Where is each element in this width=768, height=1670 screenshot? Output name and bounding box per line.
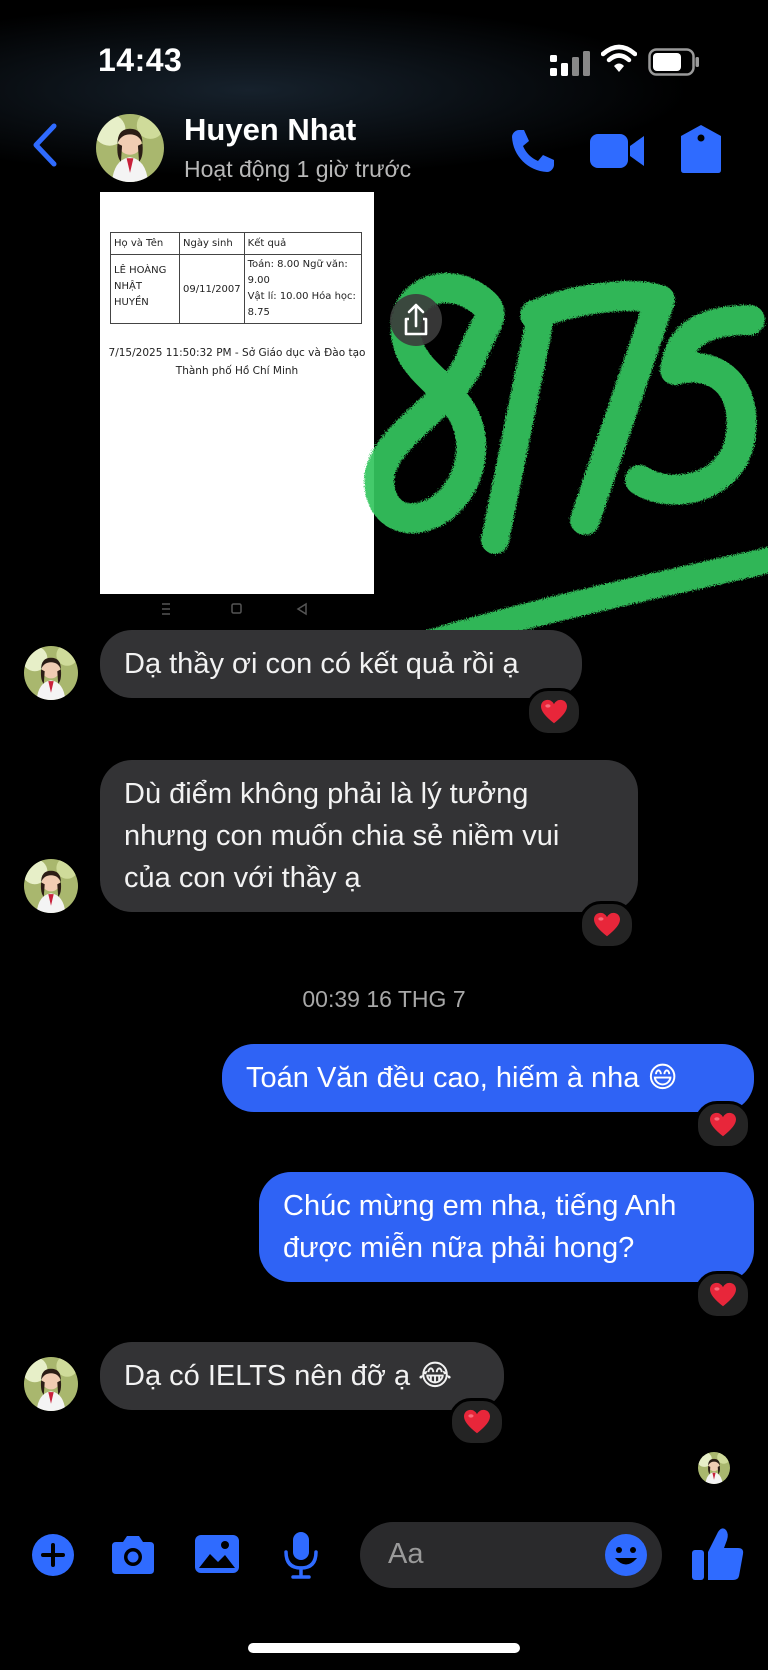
- sender-avatar[interactable]: [24, 646, 78, 700]
- message-text: Chúc mừng em nha, tiếng Anh được miễn nữ…: [283, 1190, 677, 1264]
- result-line2: Vật lí: 10.00 Hóa học:: [247, 291, 356, 302]
- message-text: Dù điểm không phải là lý tưởng nhưng con…: [124, 778, 560, 894]
- plus-icon[interactable]: [28, 1530, 78, 1580]
- message-text: Dạ thầy ơi con có kết quả rồi ạ: [124, 648, 519, 680]
- reaction-badge[interactable]: [449, 1398, 505, 1446]
- heart-reaction-icon: [709, 1282, 737, 1308]
- student-name-line2: NHẬT HUYỀN: [114, 281, 149, 308]
- result-table: Họ và Tên Ngày sinh Kết quả LÊ HOÀNG NHẬ…: [110, 232, 362, 324]
- reaction-badge[interactable]: [579, 901, 635, 949]
- shield-icon[interactable]: [680, 124, 722, 174]
- message-bubble-incoming[interactable]: Dạ có IELTS nên đỡ ạ 😂: [100, 1342, 504, 1410]
- back-chevron-icon[interactable]: [30, 122, 60, 168]
- cellular-signal-icon: [550, 51, 590, 76]
- gallery-icon[interactable]: [192, 1530, 242, 1580]
- contact-status: Hoạt động 1 giờ trước: [184, 156, 412, 182]
- table-cell-dob: 09/11/2007: [179, 254, 245, 324]
- contact-name[interactable]: Huyen Nhat: [184, 112, 356, 148]
- phone-icon[interactable]: [510, 128, 556, 174]
- reaction-badge[interactable]: [695, 1271, 751, 1319]
- reaction-badge[interactable]: [526, 688, 582, 736]
- sender-avatar[interactable]: [24, 1357, 78, 1411]
- emoji-icon[interactable]: [604, 1533, 648, 1577]
- contact-avatar[interactable]: [96, 114, 164, 182]
- result-caption: 7/15/2025 11:50:32 PM - Sở Giáo dục và Đ…: [100, 344, 374, 380]
- message-bubble-outgoing[interactable]: Toán Văn đều cao, hiếm à nha 😄: [222, 1044, 754, 1112]
- heart-reaction-icon: [463, 1409, 491, 1435]
- message-timestamp: 00:39 16 THG 7: [302, 986, 466, 1012]
- message-bubble-incoming[interactable]: Dù điểm không phải là lý tưởng nhưng con…: [100, 760, 638, 912]
- reaction-badge[interactable]: [695, 1101, 751, 1149]
- message-input-placeholder: Aa: [388, 1538, 424, 1570]
- message-text: Toán Văn đều cao, hiếm à nha 😄: [246, 1062, 678, 1094]
- message-bubble-incoming[interactable]: Dạ thầy ơi con có kết quả rồi ạ: [100, 630, 582, 698]
- result-screenshot-image[interactable]: Họ và Tên Ngày sinh Kết quả LÊ HOÀNG NHẬ…: [100, 192, 374, 594]
- result-line1: Toán: 8.00 Ngữ văn: 9.00: [247, 259, 348, 286]
- sender-avatar[interactable]: [24, 859, 78, 913]
- home-indicator: [248, 1643, 520, 1653]
- seen-avatar: [698, 1452, 730, 1484]
- microphone-icon[interactable]: [276, 1530, 326, 1580]
- heart-reaction-icon: [593, 912, 621, 938]
- table-header-name: Họ và Tên: [110, 232, 180, 255]
- share-button[interactable]: [390, 294, 442, 346]
- thumbs-up-icon[interactable]: [692, 1526, 744, 1582]
- camera-icon[interactable]: [108, 1530, 158, 1580]
- message-bubble-outgoing[interactable]: Chúc mừng em nha, tiếng Anh được miễn nữ…: [259, 1172, 754, 1282]
- message-text: Dạ có IELTS nên đỡ ạ 😂: [124, 1360, 453, 1392]
- student-name-line1: LÊ HOÀNG: [114, 265, 167, 276]
- table-cell-name: LÊ HOÀNG NHẬT HUYỀN: [110, 254, 180, 324]
- image-android-navbar: [100, 594, 374, 624]
- status-time: 14:43: [98, 42, 183, 78]
- table-header-dob: Ngày sinh: [179, 232, 245, 255]
- video-camera-icon[interactable]: [590, 132, 644, 170]
- result-line3: 8.75: [247, 307, 270, 318]
- wifi-icon: [601, 44, 637, 72]
- caption-line1: 7/15/2025 11:50:32 PM - Sở Giáo dục và Đ…: [108, 347, 366, 359]
- caption-line2: Thành phố Hồ Chí Minh: [175, 365, 299, 377]
- heart-reaction-icon: [709, 1112, 737, 1138]
- student-dob: 09/11/2007: [183, 283, 241, 295]
- heart-reaction-icon: [540, 699, 568, 725]
- table-cell-result: Toán: 8.00 Ngữ văn: 9.00 Vật lí: 10.00 H…: [243, 254, 362, 324]
- battery-icon: [648, 48, 699, 76]
- table-header-result: Kết quả: [243, 232, 362, 255]
- share-icon: [404, 303, 428, 336]
